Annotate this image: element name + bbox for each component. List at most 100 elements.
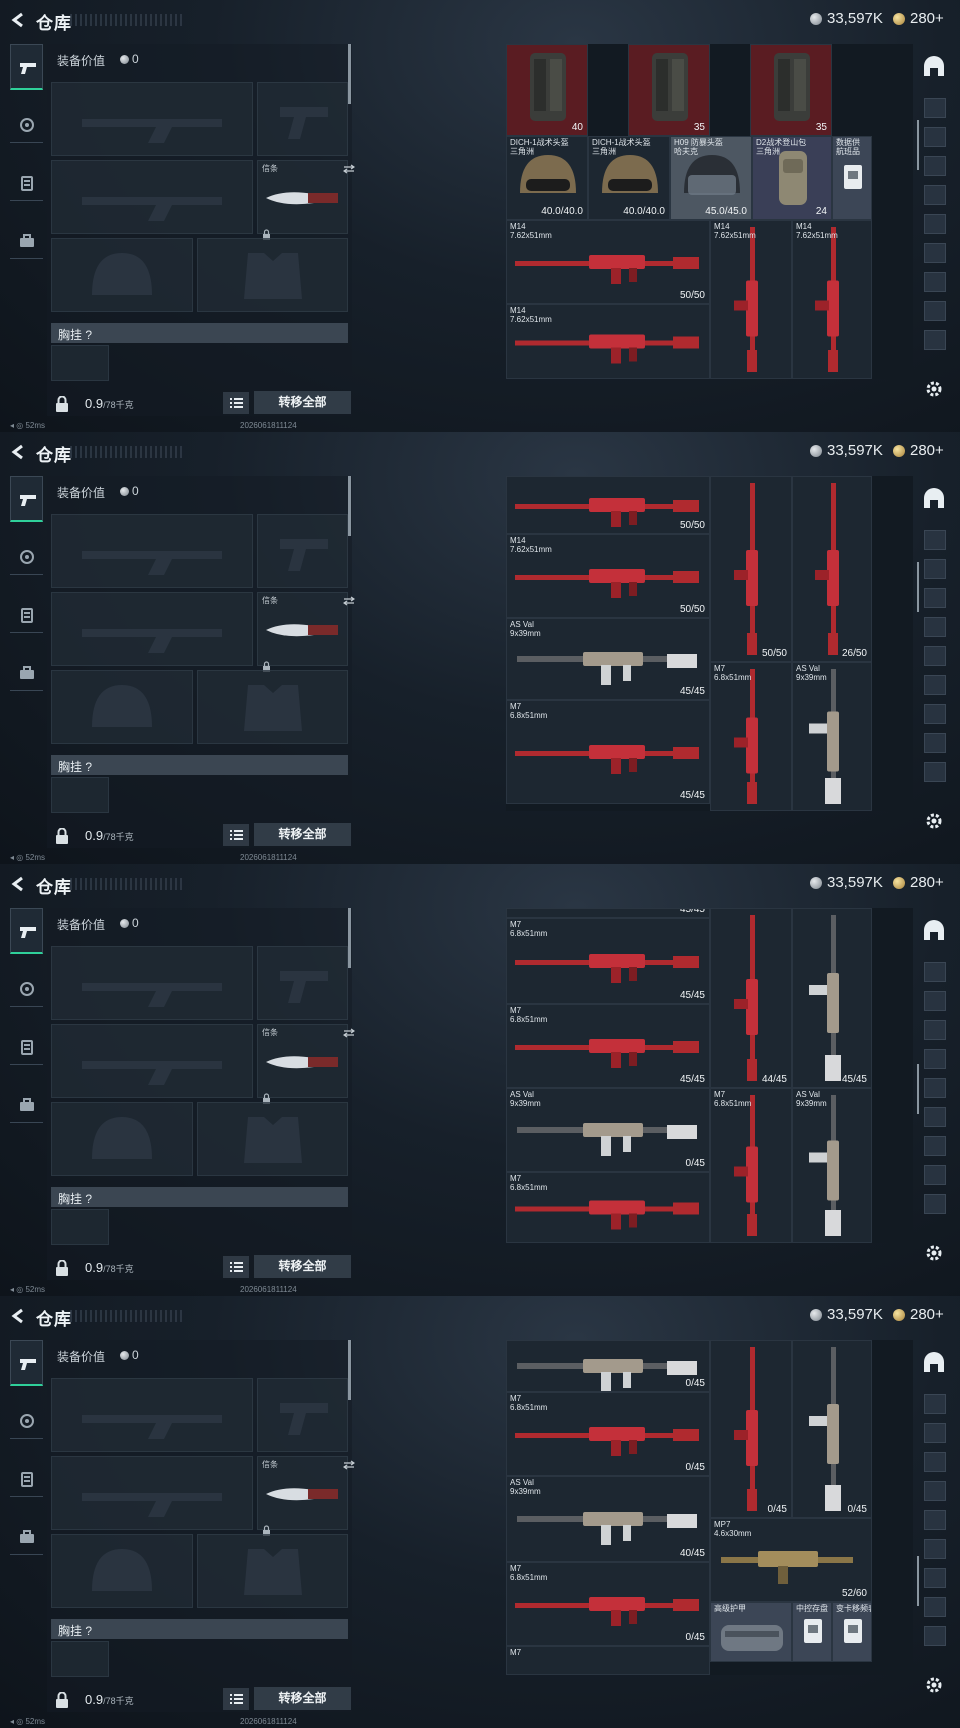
helmet-slot[interactable] [51,670,193,744]
stash-item[interactable]: 40 [506,44,588,136]
container-slot[interactable] [924,1194,946,1214]
container-slot[interactable] [924,1510,946,1530]
primary-weapon-slot[interactable] [51,82,253,156]
container-slot[interactable] [924,1423,946,1443]
stash-item[interactable]: 45/45 [506,908,710,918]
stash-item[interactable]: 26/50 [792,476,872,662]
stash-item[interactable]: M14 7.62x51mm 50/50 [506,220,710,304]
stash-item[interactable]: M7 6.8x51mm 45/45 [506,918,710,1004]
stash-scrollbar[interactable] [917,1556,919,1606]
stash-item[interactable]: 0/45 [710,1340,792,1518]
nav-tab-pistol[interactable] [10,476,43,522]
loadout-scrollbar[interactable] [348,476,351,536]
container-tab[interactable] [920,488,948,514]
container-slot[interactable] [924,1539,946,1559]
list-view-button[interactable] [223,392,249,414]
chest-rig-slot[interactable] [51,777,109,813]
stash-item[interactable]: 45/45 [792,908,872,1088]
helmet-slot[interactable] [51,1102,193,1176]
stash-item[interactable]: 数据供 航班品 [832,136,872,220]
pistol-slot[interactable] [257,82,348,156]
lock-icon[interactable] [55,1691,69,1713]
stash-item[interactable]: M7 6.8x51mm [710,1088,792,1243]
container-slot[interactable] [924,127,946,147]
stash-item[interactable]: AS Val 9x39mm 40/45 [506,1476,710,1562]
back-icon[interactable] [10,1308,26,1324]
list-view-button[interactable] [223,1688,249,1710]
stash-item[interactable]: M7 6.8x51mm 45/45 [506,1004,710,1088]
container-slot[interactable] [924,243,946,263]
container-slot[interactable] [924,330,946,350]
container-slot[interactable] [924,1078,946,1098]
stash-item[interactable]: 35 [628,44,710,136]
primary-weapon-slot[interactable] [51,946,253,1020]
stash-scrollbar[interactable] [917,1064,919,1114]
nav-tab-pistol[interactable] [10,1340,43,1386]
container-slot[interactable] [924,559,946,579]
container-slot[interactable] [924,156,946,176]
chest-rig-header[interactable]: 胸挂 ? [51,1187,348,1207]
stash-item[interactable]: 0/45 [792,1340,872,1518]
stash-item[interactable]: DICH-1战术头盔 三角洲 40.0/40.0 [506,136,588,220]
container-slot[interactable] [924,1481,946,1501]
stash-item[interactable]: M7 6.8x51mm 45/45 [506,700,710,804]
stash-item[interactable]: AS Val 9x39mm 0/45 [506,1088,710,1172]
stash-item[interactable]: DICH-1战术头盔 三角洲 40.0/40.0 [588,136,670,220]
nav-tab-pistol[interactable] [10,908,43,954]
armor-slot[interactable] [197,670,348,744]
container-slot[interactable] [924,1136,946,1156]
container-slot[interactable] [924,962,946,982]
melee-slot[interactable]: 信条 [257,160,355,240]
stash-item[interactable]: 变卡移频表 [832,1602,872,1662]
melee-slot[interactable]: 信条 [257,1024,355,1104]
back-icon[interactable] [10,444,26,460]
stash-item[interactable]: MP7 4.6x30mm 52/60 [710,1518,872,1602]
transfer-all-button[interactable]: 转移全部 [254,1255,351,1278]
pistol-slot[interactable] [257,946,348,1020]
armor-slot[interactable] [197,1102,348,1176]
chest-rig-slot[interactable] [51,1641,109,1677]
armor-slot[interactable] [197,238,348,312]
stash-item[interactable]: H09 防暴头盔 哈夫克 45.0/45.0 [670,136,752,220]
chest-rig-header[interactable]: 胸挂 ? [51,323,348,343]
container-slot[interactable] [924,1626,946,1646]
gold-balance[interactable]: 280+ [893,1306,944,1323]
stash-item[interactable]: D2战术登山包 三角洲 24 [752,136,832,220]
gold-balance[interactable]: 280+ [893,10,944,27]
pistol-slot[interactable] [257,514,348,588]
stash-item[interactable]: M14 7.62x51mm [506,304,710,379]
container-slot[interactable] [924,675,946,695]
stash-item[interactable]: AS Val 9x39mm [792,1088,872,1243]
container-slot[interactable] [924,617,946,637]
armor-slot[interactable] [197,1534,348,1608]
container-slot[interactable] [924,1452,946,1472]
stash-item[interactable]: M7 6.8x51mm 0/45 [506,1562,710,1646]
loadout-scrollbar[interactable] [348,1340,351,1400]
container-slot[interactable] [924,1107,946,1127]
container-slot[interactable] [924,530,946,550]
chest-rig-header[interactable]: 胸挂 ? [51,1619,348,1639]
primary-weapon-slot[interactable] [51,1378,253,1452]
container-slot[interactable] [924,588,946,608]
melee-slot[interactable]: 信条 [257,592,355,672]
stash-item[interactable]: AS Val 9x39mm [792,662,872,811]
stash-item[interactable]: 0/45 [506,1340,710,1392]
helmet-slot[interactable] [51,1534,193,1608]
stash-item[interactable]: 35 [750,44,832,136]
container-slot[interactable] [924,762,946,782]
loadout-scrollbar[interactable] [348,44,351,104]
container-slot[interactable] [924,214,946,234]
stash-item[interactable]: 高级护甲 [710,1602,792,1662]
stash-item[interactable]: M7 6.8x51mm 0/45 [506,1392,710,1476]
stash-scrollbar[interactable] [917,120,919,170]
stash-item[interactable]: M14 7.62x51mm 50/50 [506,534,710,618]
chest-rig-header[interactable]: 胸挂 ? [51,755,348,775]
container-slot[interactable] [924,98,946,118]
container-slot[interactable] [924,1597,946,1617]
container-slot[interactable] [924,1020,946,1040]
stash-item[interactable]: M14 7.62x51mm [710,220,792,379]
stash-item[interactable]: 50/50 [506,476,710,534]
list-view-button[interactable] [223,824,249,846]
melee-slot[interactable]: 信条 [257,1456,355,1536]
stash-scrollbar[interactable] [917,562,919,612]
